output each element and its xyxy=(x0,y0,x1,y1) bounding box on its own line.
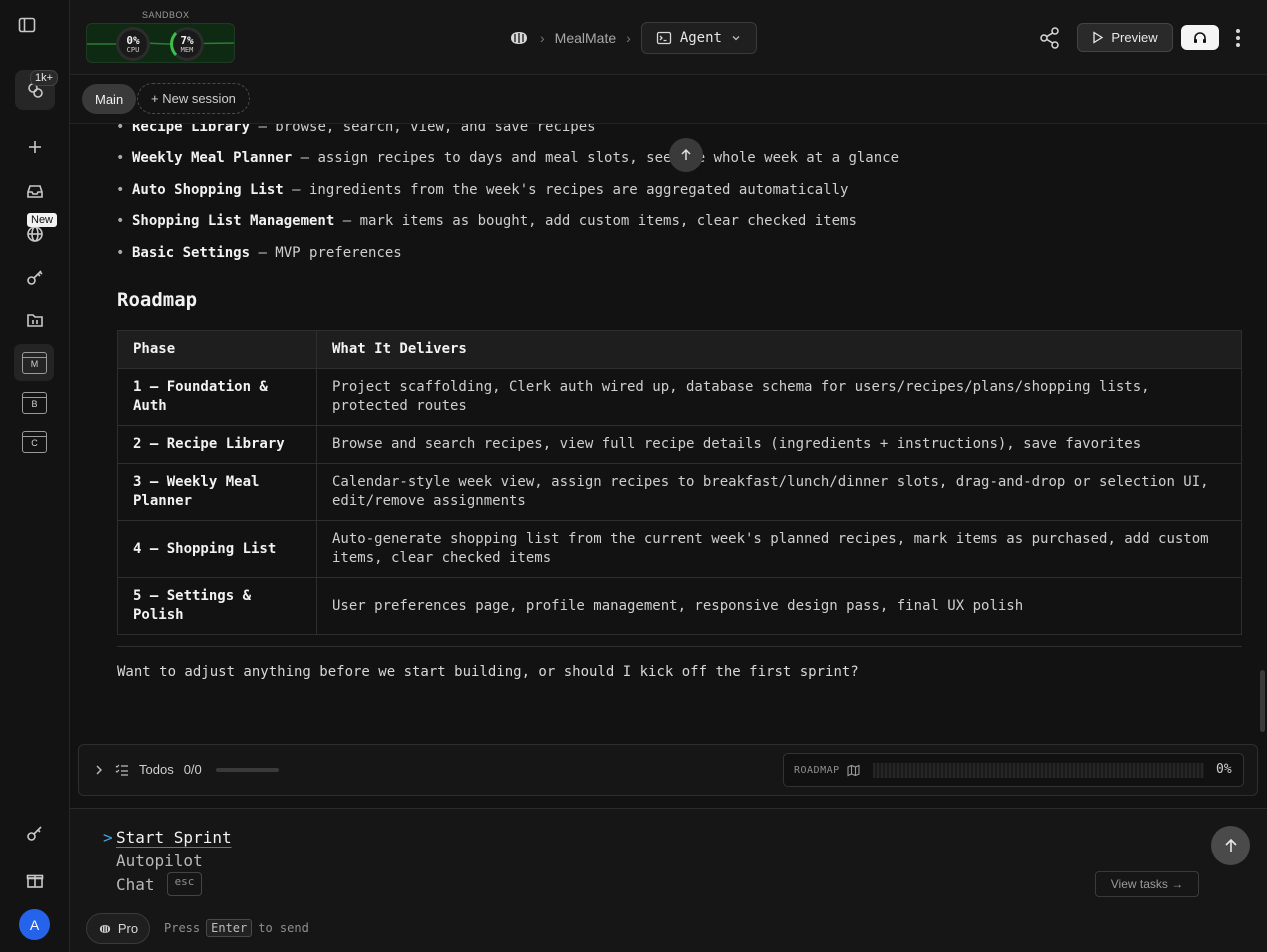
todos-progress xyxy=(215,767,279,772)
gift-icon xyxy=(26,874,44,888)
key-icon xyxy=(27,826,42,841)
list-check-icon xyxy=(115,764,128,776)
roadmap-table: Phase What It Delivers 1 — Foundation & … xyxy=(117,330,1242,635)
preview-label: Preview xyxy=(1111,30,1158,45)
send-button[interactable] xyxy=(1211,826,1250,865)
chevron-right-icon: › xyxy=(540,30,545,46)
send-hint: Press Enter to send xyxy=(164,919,309,937)
roadmap-progress-value: 0% xyxy=(1216,762,1232,777)
new-project-button[interactable] xyxy=(15,127,55,167)
table-row: 1 — Foundation & Auth Project scaffolding… xyxy=(117,368,1242,426)
arrow-up-icon xyxy=(681,148,691,160)
inbox-button[interactable] xyxy=(15,171,55,211)
pro-label: Pro xyxy=(117,921,139,936)
session-bar: Main + New session xyxy=(70,75,1267,124)
chevron-down-icon xyxy=(732,36,740,41)
new-session-button[interactable]: + New session xyxy=(137,83,250,114)
chat-content: Recipe Library — browse, search, view, a… xyxy=(70,124,1267,744)
table-row: 3 — Weekly Meal Planner Calendar-style we… xyxy=(117,463,1242,521)
mem-label: MEM xyxy=(180,45,194,54)
sandbox-monitor[interactable]: 0% CPU 7% MEM xyxy=(86,23,235,63)
list-item: Shopping List Management — mark items as… xyxy=(116,213,857,229)
option-autopilot[interactable]: Autopilot xyxy=(116,851,203,870)
terminal-icon xyxy=(656,31,671,45)
brain-icon xyxy=(99,924,110,933)
share-icon[interactable] xyxy=(1038,26,1062,50)
cpu-value: 0% xyxy=(126,33,140,47)
agent-label: Agent xyxy=(679,30,722,46)
option-start-sprint[interactable]: Start Sprint xyxy=(116,828,232,847)
list-item: Basic Settings — MVP preferences xyxy=(116,245,402,261)
files-button[interactable] xyxy=(15,300,55,340)
list-item: Weekly Meal Planner — assign recipes to … xyxy=(116,150,899,166)
chevron-right-icon: › xyxy=(626,30,631,46)
breadcrumb: › MealMate › Agent xyxy=(508,22,757,54)
roadmap-progress-track xyxy=(873,763,1204,778)
mem-gauge: 7% MEM xyxy=(170,27,204,61)
keys-button[interactable] xyxy=(15,257,55,297)
view-tasks-button[interactable]: View tasks → xyxy=(1095,871,1199,897)
todos-bar: Todos 0/0 ROADMAP 0% xyxy=(78,744,1258,796)
brain-logo-icon[interactable] xyxy=(508,29,530,47)
sandbox-label: SANDBOX xyxy=(142,10,190,20)
arrow-up-icon xyxy=(1224,838,1237,852)
top-bar: SANDBOX 0% CPU 7% MEM › MealMate › Agent… xyxy=(70,0,1267,75)
table-row: 4 — Shopping List Auto-generate shopping … xyxy=(117,520,1242,578)
project-b-icon[interactable]: B xyxy=(22,392,47,414)
scroll-to-top-button[interactable] xyxy=(669,138,703,172)
column-header: Phase xyxy=(117,330,317,369)
toggle-sidebar-icon[interactable] xyxy=(8,6,46,44)
project-c-icon[interactable]: C xyxy=(22,431,47,453)
breadcrumb-project[interactable]: MealMate xyxy=(555,30,616,46)
mem-value: 7% xyxy=(180,33,194,47)
column-header: What It Delivers xyxy=(316,330,1242,369)
new-tag: New xyxy=(27,213,58,227)
play-icon xyxy=(1093,31,1104,44)
gift-button[interactable] xyxy=(15,860,55,900)
key-icon xyxy=(27,270,43,285)
folder-icon xyxy=(27,314,43,327)
avatar[interactable]: A xyxy=(19,909,50,940)
pro-button[interactable]: Pro xyxy=(86,913,150,944)
roadmap-progress-label: ROADMAP xyxy=(794,765,840,776)
tab-main[interactable]: Main xyxy=(82,84,137,114)
headset-icon xyxy=(1194,31,1206,43)
assistant-question: Want to adjust anything before we start … xyxy=(117,664,859,680)
composer: > Start Sprint Autopilot Chat esc View t… xyxy=(70,808,1267,952)
preview-button[interactable]: Preview xyxy=(1077,23,1173,52)
todos-count: 0/0 xyxy=(183,762,202,777)
chevron-right-icon xyxy=(96,765,102,774)
more-options-icon[interactable] xyxy=(1230,24,1246,52)
todos-label: Todos xyxy=(139,762,174,777)
left-sidebar: 1k+ New M B C A xyxy=(0,0,70,952)
sandbox-graph xyxy=(87,41,234,45)
divider xyxy=(117,646,1242,647)
inbox-icon xyxy=(27,185,43,198)
option-chat[interactable]: Chat xyxy=(116,875,155,894)
cpu-label: CPU xyxy=(126,45,140,54)
globe-icon xyxy=(27,226,43,242)
notifications-badge: 1k+ xyxy=(30,70,59,86)
roadmap-progress[interactable]: ROADMAP 0% xyxy=(783,753,1244,787)
table-row: 2 — Recipe Library Browse and search reci… xyxy=(117,425,1242,464)
selection-caret: > xyxy=(103,828,113,847)
todos-toggle[interactable]: Todos 0/0 xyxy=(93,762,279,777)
enter-key: Enter xyxy=(206,919,253,937)
esc-key-hint: esc xyxy=(167,872,202,896)
api-keys-button[interactable] xyxy=(15,813,55,853)
table-row: 5 — Settings & Polish User preferences pa… xyxy=(117,577,1242,635)
list-item: Auto Shopping List — ingredients from th… xyxy=(116,182,848,198)
cpu-gauge: 0% CPU xyxy=(116,27,150,61)
roadmap-heading: Roadmap xyxy=(117,289,198,311)
scrollbar[interactable] xyxy=(1260,670,1265,732)
plus-icon xyxy=(29,141,41,153)
project-m-icon[interactable]: M xyxy=(22,352,47,374)
agent-selector[interactable]: Agent xyxy=(640,22,757,54)
map-icon xyxy=(847,764,860,777)
list-item: Recipe Library — browse, search, view, a… xyxy=(116,124,596,135)
support-button[interactable] xyxy=(1181,25,1219,50)
